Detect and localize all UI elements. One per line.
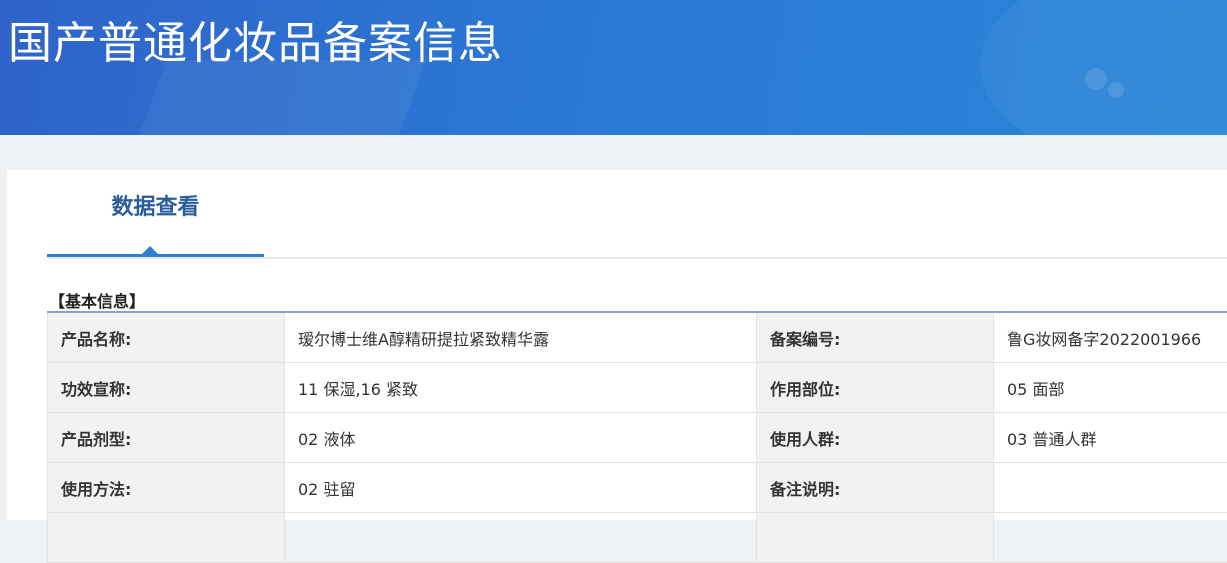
field-label: [48, 513, 285, 563]
field-value: 11 保湿,16 紧致: [285, 363, 757, 413]
header-decoration: [1108, 82, 1124, 98]
field-value: 02 液体: [285, 413, 757, 463]
table-row: 使用方法: 02 驻留 备注说明:: [48, 463, 1227, 513]
field-value: [994, 463, 1227, 513]
field-label: 作用部位:: [757, 363, 994, 413]
field-label: 使用人群:: [757, 413, 994, 463]
table-row: 产品剂型: 02 液体 使用人群: 03 普通人群: [48, 413, 1227, 463]
field-label: 功效宣称:: [48, 363, 285, 413]
field-label: 备案编号:: [757, 312, 994, 363]
content-panel: 数据查看 【基本信息】 产品名称: 瑷尔博士维A醇精研提拉紧致精华露 备案编号:…: [7, 170, 1227, 520]
section-title: 【基本信息】: [49, 288, 145, 312]
field-label: [757, 513, 994, 563]
field-value: 瑷尔博士维A醇精研提拉紧致精华露: [285, 312, 757, 363]
basic-info-table: 产品名称: 瑷尔博士维A醇精研提拉紧致精华露 备案编号: 鲁G妆网备字20220…: [47, 311, 1227, 563]
header-decoration: [980, 0, 1227, 135]
field-value: [994, 513, 1227, 563]
field-value: 鲁G妆网备字2022001966: [994, 312, 1227, 363]
field-value: 05 面部: [994, 363, 1227, 413]
table-row: 产品名称: 瑷尔博士维A醇精研提拉紧致精华露 备案编号: 鲁G妆网备字20220…: [48, 312, 1227, 363]
table-row: 功效宣称: 11 保湿,16 紧致 作用部位: 05 面部: [48, 363, 1227, 413]
tab-data-view[interactable]: 数据查看: [47, 170, 264, 257]
table-row: [48, 513, 1227, 563]
field-label: 产品剂型:: [48, 413, 285, 463]
page-title: 国产普通化妆品备案信息: [8, 16, 503, 72]
field-label: 备注说明:: [757, 463, 994, 513]
tab-strip: 数据查看: [47, 170, 1227, 259]
tab-caret-icon: [142, 246, 158, 254]
field-value: 03 普通人群: [994, 413, 1227, 463]
field-value: 02 驻留: [285, 463, 757, 513]
field-label: 使用方法:: [48, 463, 285, 513]
field-label: 产品名称:: [48, 312, 285, 363]
page-header: 国产普通化妆品备案信息: [0, 0, 1227, 135]
tab-label: 数据查看: [111, 189, 199, 221]
header-decoration: [1085, 68, 1107, 90]
field-value: [285, 513, 757, 563]
